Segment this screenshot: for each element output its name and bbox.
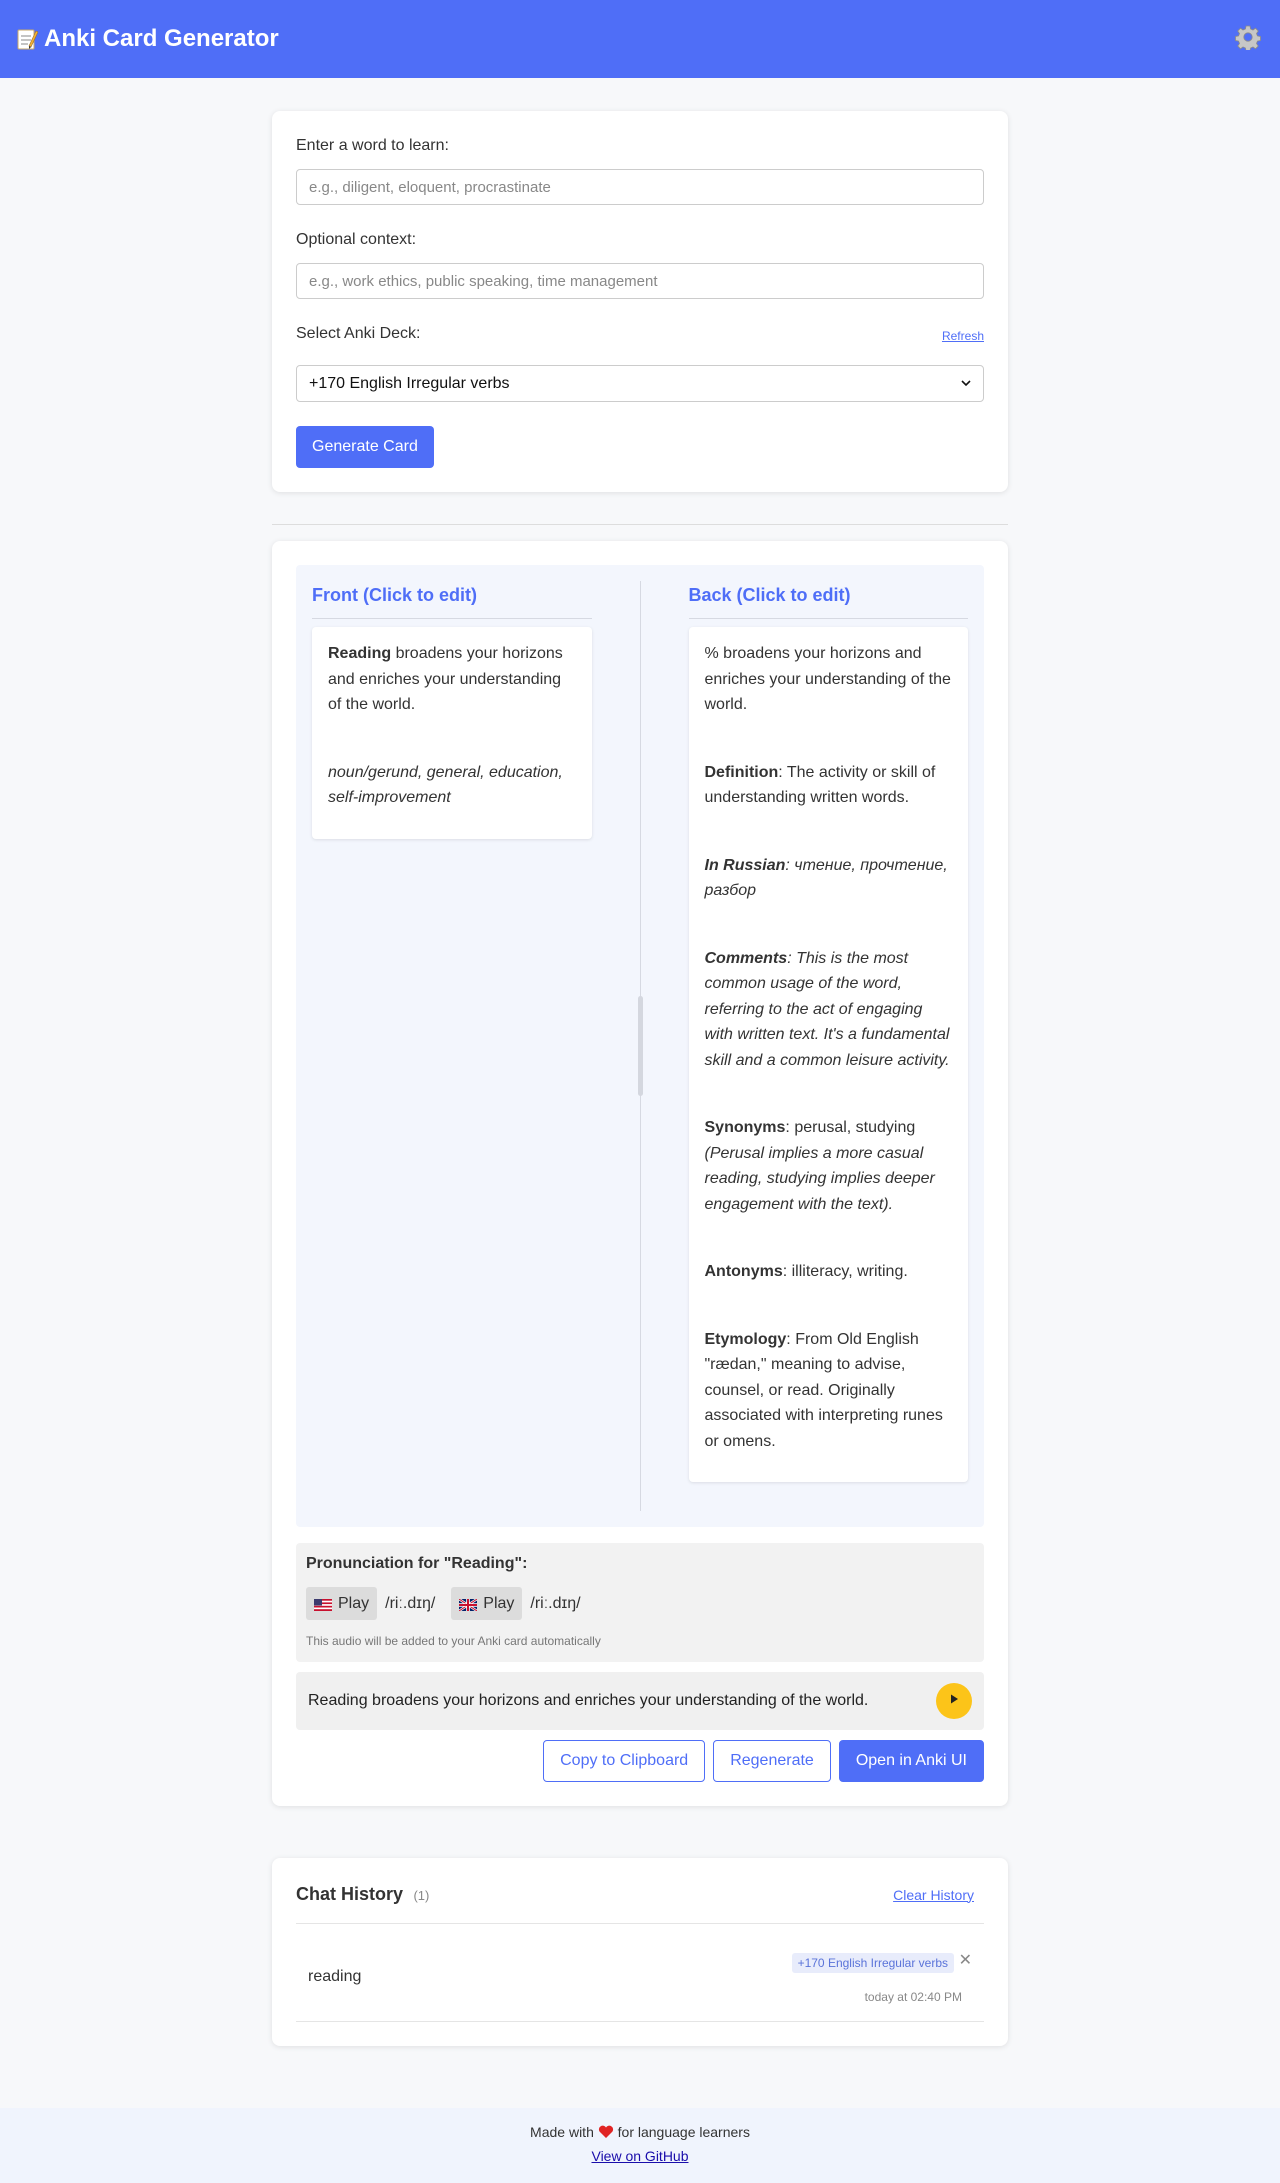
example-sentence: Reading broadens your horizons and enric… [296, 1672, 984, 1730]
split-resize-handle[interactable] [638, 996, 643, 1096]
comments: Comments: This is the most common usage … [705, 946, 953, 1074]
word-label: Enter a word to learn: [296, 137, 449, 154]
front-sentence: Reading broadens your horizons and enric… [328, 641, 576, 718]
context-input[interactable] [296, 263, 984, 299]
footer-made-suffix: for language learners [617, 2124, 750, 2140]
clear-history-link[interactable]: Clear History [893, 1887, 974, 1903]
uk-ipa: /riː.dɪŋ/ [530, 1594, 581, 1612]
play-us-button[interactable]: Play [306, 1587, 378, 1620]
history-item-word: reading [308, 1968, 362, 1985]
comments-text: : This is the most common usage of the w… [704, 949, 950, 1069]
comments-label: Comments [704, 949, 788, 967]
definition-label: Definition [704, 763, 779, 781]
memo-icon [16, 27, 39, 51]
back-editor[interactable]: % broadens your horizons and enriches yo… [688, 627, 968, 1482]
card-actions: Copy to Clipboard Regenerate Open in Ank… [296, 1740, 984, 1782]
antonyms: Antonyms: illiteracy, writing. [705, 1259, 953, 1285]
section-divider [272, 524, 1008, 525]
russian-label: In Russian [704, 856, 786, 874]
deck-select[interactable]: +170 English Irregular verbs [296, 365, 984, 402]
refresh-link[interactable]: Refresh [942, 329, 984, 343]
card-back: Back (Click to edit) % broadens your hor… [688, 581, 968, 1511]
word-input[interactable] [296, 169, 984, 205]
pronunciation-panel: Pronunciation for "Reading": Play /riː.d… [296, 1543, 984, 1662]
front-word: Reading [328, 645, 392, 662]
history-item-deck-badge: +170 English Irregular verbs [791, 1953, 954, 1973]
word-form-card: Enter a word to learn: Optional context:… [272, 111, 1008, 492]
pronunciation-row: Play /riː.dɪŋ/ Play /riː.dɪŋ/ [306, 1587, 974, 1620]
chevron-down-icon [961, 375, 971, 393]
deck-row: Select Anki Deck: Refresh [296, 325, 984, 343]
copy-to-clipboard-button[interactable]: Copy to Clipboard [543, 1740, 706, 1782]
back-title: Back (Click to edit) [688, 581, 968, 619]
play-icon [948, 1692, 960, 1710]
definition: Definition: The activity or skill of und… [705, 760, 953, 811]
heart-icon [598, 2125, 614, 2142]
regenerate-button[interactable]: Regenerate [713, 1740, 831, 1782]
russian-translation: In Russian: чтение, прочтение, разбор [705, 853, 953, 904]
pronunciation-note: This audio will be added to your Anki ca… [306, 1634, 601, 1648]
footer-made-prefix: Made with [530, 2124, 594, 2140]
generate-card-button[interactable]: Generate Card [296, 426, 434, 468]
top-bar: Anki Card Generator [0, 0, 1280, 78]
app-title: Anki Card Generator [16, 25, 279, 53]
example-sentence-text: Reading broadens your horizons and enric… [308, 1692, 869, 1709]
github-link[interactable]: View on GitHub [591, 2148, 688, 2164]
play-uk-button[interactable]: Play [451, 1587, 523, 1620]
app-title-text: Anki Card Generator [44, 25, 279, 52]
settings-button[interactable] [1232, 23, 1264, 55]
close-icon[interactable]: ✕ [959, 1950, 972, 1970]
chat-history-panel: Chat History (1) Clear History reading +… [272, 1858, 1008, 2046]
history-item-time: today at 02:40 PM [864, 1990, 962, 2004]
context-label: Optional context: [296, 231, 417, 248]
play-sentence-button[interactable] [936, 1683, 972, 1719]
front-editor[interactable]: Reading broadens your horizons and enric… [312, 627, 592, 839]
synonyms-text: : perusal, studying [785, 1119, 916, 1136]
back-sentence: % broadens your horizons and enriches yo… [704, 645, 951, 713]
footer: Made with for language learners View on … [0, 2108, 1280, 2183]
footer-tagline: Made with for language learners [0, 2124, 1280, 2142]
card-front: Front (Click to edit) Reading broadens y… [312, 581, 592, 1511]
synonyms-note: (Perusal implies a more casual reading, … [704, 1144, 935, 1213]
deck-label: Select Anki Deck: [296, 325, 421, 342]
antonyms-label: Antonyms [704, 1263, 783, 1280]
front-tags: noun/gerund, general, education, self-im… [328, 763, 563, 807]
history-header: Chat History (1) Clear History [296, 1884, 984, 1924]
card-editor: Front (Click to edit) Reading broadens y… [296, 565, 984, 1527]
etymology-text: : From Old English "rædan," meaning to a… [704, 1330, 943, 1450]
pronunciation-title: Pronunciation for "Reading": [306, 1555, 528, 1572]
deck-select-value: +170 English Irregular verbs [309, 374, 510, 392]
open-in-anki-button[interactable]: Open in Anki UI [838, 1740, 984, 1782]
generated-card-panel: Front (Click to edit) Reading broadens y… [272, 541, 1008, 1806]
antonyms-text: : illiteracy, writing. [782, 1263, 908, 1280]
play-uk-label: Play [483, 1594, 515, 1612]
synonyms-label: Synonyms [704, 1119, 786, 1136]
history-title: Chat History [296, 1884, 404, 1904]
synonyms: Synonyms: perusal, studying (Perusal imp… [705, 1115, 953, 1217]
etymology: Etymology: From Old English "rædan," mea… [705, 1327, 953, 1455]
play-us-label: Play [338, 1594, 370, 1612]
etymology-label: Etymology [704, 1330, 787, 1348]
us-flag-icon [314, 1598, 332, 1611]
us-ipa: /riː.dɪŋ/ [385, 1594, 436, 1612]
uk-flag-icon [458, 1597, 478, 1612]
front-title: Front (Click to edit) [312, 581, 592, 619]
gear-icon [1235, 24, 1261, 55]
history-item[interactable]: reading +170 English Irregular verbs ✕ t… [296, 1924, 984, 2022]
history-count: (1) [413, 1888, 430, 1903]
